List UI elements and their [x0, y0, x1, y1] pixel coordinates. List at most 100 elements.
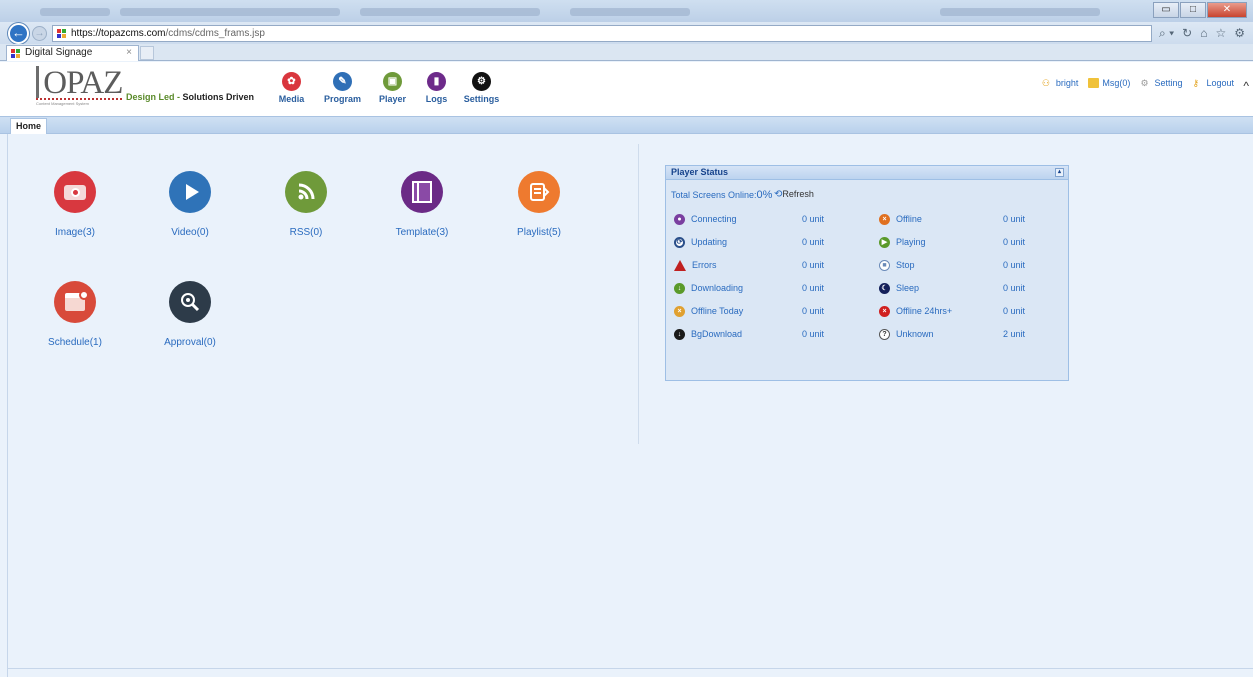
shortcut-rss[interactable]: RSS(0)	[266, 171, 346, 238]
panel-splitter[interactable]	[638, 144, 639, 444]
gear-icon[interactable]: ⚙	[1234, 26, 1245, 41]
shortcut-playlist[interactable]: Playlist(5)	[499, 171, 579, 238]
workspace: Image(3) Video(0) RSS(0) Template(3) Pla…	[0, 134, 1253, 677]
status-row-offline: × Offline	[879, 212, 922, 226]
refresh-icon[interactable]: ↻	[1182, 26, 1192, 41]
nav-label: Player	[378, 94, 407, 104]
status-value: 0 unit	[802, 260, 825, 270]
status-row-downloading: ↓ Downloading	[674, 281, 743, 295]
nav-label: Program	[323, 94, 361, 104]
browser-tab[interactable]: Digital Signage ×	[6, 45, 139, 61]
playlist-icon	[518, 171, 560, 213]
status-row-playing: ▶ Playing	[879, 235, 926, 249]
home-icon[interactable]: ⌂	[1200, 26, 1207, 41]
messages-link[interactable]: Msg(0)	[1088, 78, 1130, 88]
tagline-part-b: Solutions Driven	[182, 92, 255, 102]
shortcut-video[interactable]: Video(0)	[150, 171, 230, 238]
camera-icon	[54, 171, 96, 213]
shortcut-template[interactable]: Template(3)	[382, 171, 462, 238]
blurred-title-text	[120, 8, 340, 16]
nav-media[interactable]: ✿ Media	[268, 72, 315, 104]
updating-icon: ⟳	[674, 236, 685, 248]
status-row-connecting: ● Connecting	[674, 212, 737, 226]
nav-logs[interactable]: ▮ Logs	[415, 72, 458, 104]
user-link[interactable]: ⚇ bright	[1042, 78, 1079, 88]
url-host: https://topazcms.com	[71, 28, 166, 39]
forward-button[interactable]: →	[32, 26, 47, 41]
collapse-panel-icon[interactable]: ▴	[1055, 168, 1064, 177]
nav-player[interactable]: ▣ Player	[370, 72, 415, 104]
user-bar: ⚇ bright Msg(0) ⚙ Setting ⚷ Logout	[1008, 68, 1248, 98]
gear-icon: ⚙	[1140, 78, 1149, 88]
approval-search-icon	[169, 281, 211, 323]
shortcut-schedule[interactable]: Schedule(1)	[35, 281, 115, 348]
status-label: BgDownload	[691, 329, 743, 339]
nav-program[interactable]: ✎ Program	[315, 72, 370, 104]
media-icon: ✿	[282, 72, 301, 91]
offline-24hrs-icon: ×	[879, 305, 890, 317]
nav-settings[interactable]: ⚙ Settings	[458, 72, 505, 104]
logout-link[interactable]: ⚷ Logout	[1192, 78, 1234, 88]
shortcut-label: Template(3)	[395, 227, 449, 238]
status-label: Connecting	[691, 214, 737, 224]
minimize-button[interactable]: ▭	[1153, 2, 1179, 18]
refresh-label: Refresh	[782, 189, 814, 199]
favorites-icon[interactable]: ☆	[1215, 26, 1226, 41]
status-label: Offline 24hrs+	[896, 306, 953, 316]
search-icon[interactable]: ⌕ ▾	[1159, 26, 1174, 41]
back-button[interactable]: ←	[8, 23, 29, 44]
browser-tab-title: Digital Signage	[25, 47, 93, 58]
status-label: Unknown	[896, 329, 934, 339]
setting-label: Setting	[1154, 78, 1183, 88]
status-value: 0 unit	[1003, 283, 1026, 293]
online-percent: 0%	[756, 189, 773, 201]
topaz-logo: OPAZ Content Management System	[36, 66, 126, 110]
close-window-button[interactable]: ✕	[1207, 2, 1247, 18]
status-row-offline-today: × Offline Today	[674, 304, 743, 318]
refresh-button[interactable]: ⟲Refresh	[774, 189, 814, 200]
status-label: Playing	[896, 237, 926, 247]
shortcut-label: Video(0)	[171, 227, 209, 238]
user-name: bright	[1055, 78, 1079, 88]
close-tab-icon[interactable]: ×	[126, 46, 132, 60]
status-label: Errors	[692, 260, 717, 270]
online-summary: Total Screens Online:0%	[671, 189, 772, 201]
status-value: 2 unit	[1003, 329, 1026, 339]
address-row: ← → https://topazcms.com/cdms/cdms_frams…	[0, 22, 1253, 44]
address-bar[interactable]: https://topazcms.com/cdms/cdms_frams.jsp	[52, 25, 1152, 42]
status-label: Offline	[896, 214, 922, 224]
status-row-sleep: ☾ Sleep	[879, 281, 919, 295]
nav-label: Logs	[425, 94, 448, 104]
shortcut-image[interactable]: Image(3)	[35, 171, 115, 238]
user-icon: ⚇	[1041, 78, 1050, 88]
site-favicon-icon	[57, 29, 67, 38]
collapse-header-icon[interactable]: ^	[1243, 79, 1249, 93]
status-value: 0 unit	[1003, 237, 1026, 247]
setting-link[interactable]: ⚙ Setting	[1140, 78, 1182, 88]
connecting-icon: ●	[674, 213, 685, 225]
tagline-part-a: Design Led -	[126, 92, 183, 102]
playing-icon: ▶	[879, 236, 890, 248]
stop-icon: ■	[879, 259, 890, 271]
template-icon	[401, 171, 443, 213]
envelope-icon	[1088, 78, 1100, 88]
browser-tab-strip: Digital Signage ×	[0, 44, 1253, 61]
offline-icon: ×	[879, 213, 890, 225]
offline-today-icon: ×	[674, 305, 685, 317]
shortcut-approval[interactable]: Approval(0)	[150, 281, 230, 348]
tagline: Design Led - Solutions Driven	[126, 92, 254, 102]
status-row-updating: ⟳ Updating	[674, 235, 727, 249]
logout-label: Logout	[1206, 78, 1234, 88]
status-label: Downloading	[691, 283, 744, 293]
tab-home[interactable]: Home	[10, 118, 48, 134]
player-status-panel: Player Status ▴ Total Screens Online:0% …	[665, 165, 1069, 381]
rss-icon	[285, 171, 327, 213]
blurred-title-text	[570, 8, 690, 16]
status-label: Stop	[896, 260, 915, 270]
new-tab-button[interactable]	[140, 46, 154, 60]
maximize-button[interactable]: □	[1180, 2, 1206, 18]
bgdownload-icon: ↓	[674, 328, 685, 340]
status-value: 0 unit	[802, 214, 825, 224]
status-row-bgdownload: ↓ BgDownload	[674, 327, 742, 341]
app-header: OPAZ Content Management System Design Le…	[0, 62, 1253, 116]
